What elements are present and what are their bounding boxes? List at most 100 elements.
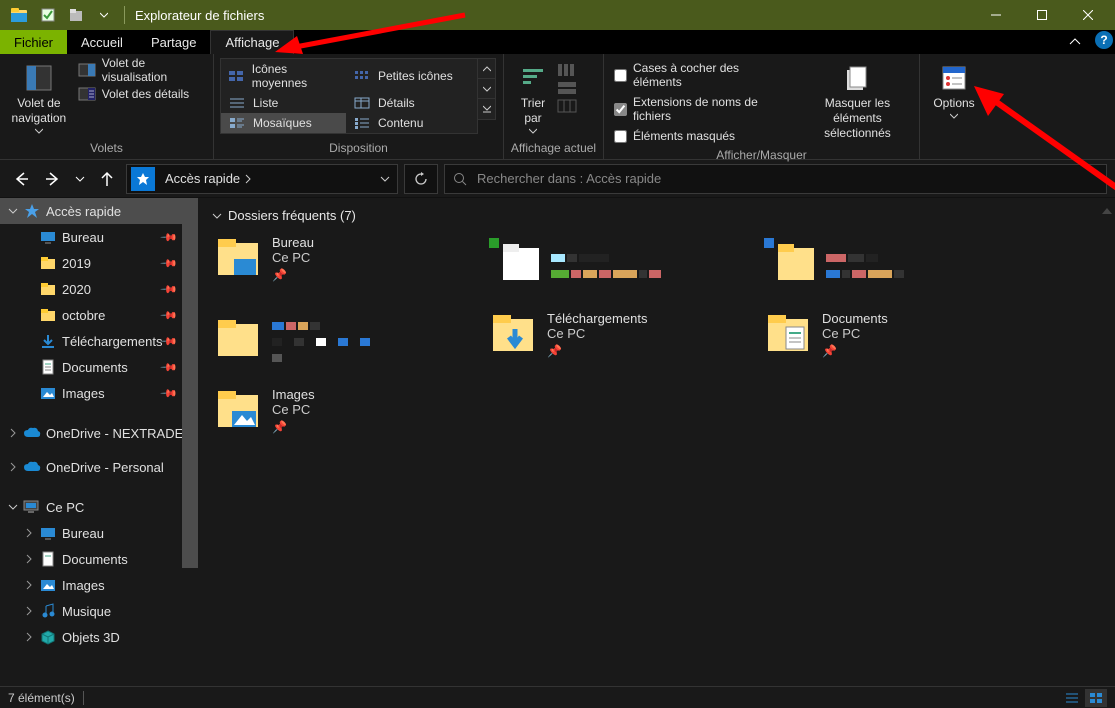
search-box[interactable]: Rechercher dans : Accès rapide xyxy=(444,164,1107,194)
tree-pc-desktop[interactable]: Bureau xyxy=(0,520,198,546)
tree-onedrive-business[interactable]: OneDrive - NEXTRADE xyxy=(0,420,198,446)
group-by-icon[interactable] xyxy=(556,80,578,96)
layout-scroll-up[interactable] xyxy=(478,59,495,79)
chevron-right-icon[interactable] xyxy=(4,462,22,472)
layout-group-label: Disposition xyxy=(220,139,497,159)
history-dropdown[interactable] xyxy=(72,166,88,192)
chevron-down-icon[interactable] xyxy=(4,206,22,216)
chevron-right-icon[interactable] xyxy=(20,632,38,642)
pin-icon: 📌 xyxy=(822,344,888,358)
breadcrumb[interactable]: Accès rapide xyxy=(159,171,258,186)
images-icon xyxy=(38,576,58,594)
layout-list[interactable]: Liste xyxy=(221,93,346,113)
layout-medium-icons[interactable]: Icônes moyennes xyxy=(221,59,346,93)
sort-by-button[interactable]: Trier par xyxy=(510,58,556,134)
hide-selected-button[interactable]: Masquer les éléments sélectionnés xyxy=(802,58,913,141)
pin-icon: 📌 xyxy=(160,228,179,247)
group-header[interactable]: Dossiers fréquents (7) xyxy=(212,208,1109,223)
navigation-tree: Accès rapide Bureau📌 2019📌 2020📌 octobre… xyxy=(0,198,198,686)
tree-onedrive-personal[interactable]: OneDrive - Personal xyxy=(0,454,198,480)
layout-scroll-down[interactable] xyxy=(478,79,495,99)
chevron-right-icon[interactable] xyxy=(20,554,38,564)
address-dropdown[interactable] xyxy=(373,174,397,184)
search-placeholder: Rechercher dans : Accès rapide xyxy=(477,171,661,186)
chevron-right-icon[interactable] xyxy=(4,428,22,438)
tile-censored[interactable] xyxy=(762,231,1017,301)
tree-downloads[interactable]: Téléchargements📌 xyxy=(0,328,198,354)
checkbox-item-checkboxes[interactable]: Cases à cocher des éléments xyxy=(610,58,792,92)
documents-folder-icon xyxy=(764,309,812,365)
layout-tiles[interactable]: Mosaïques xyxy=(221,113,346,133)
tile-censored[interactable] xyxy=(212,307,467,377)
add-column-icon[interactable] xyxy=(556,62,578,78)
chevron-right-icon[interactable] xyxy=(20,606,38,616)
view-details-button[interactable] xyxy=(1061,689,1083,707)
search-icon xyxy=(453,172,467,186)
tiles-icon xyxy=(227,116,247,130)
forward-button[interactable] xyxy=(40,166,66,192)
tree-2019[interactable]: 2019📌 xyxy=(0,250,198,276)
tree-desktop[interactable]: Bureau📌 xyxy=(0,224,198,250)
size-columns-icon[interactable] xyxy=(556,98,578,114)
tile-images[interactable]: ImagesCe PC📌 xyxy=(212,383,467,453)
titlebar: Explorateur de fichiers xyxy=(0,0,1115,30)
chevron-down-icon[interactable] xyxy=(4,502,22,512)
navigation-pane-button[interactable]: Volet de navigation xyxy=(6,58,72,134)
chevron-right-icon[interactable] xyxy=(20,528,38,538)
desktop-icon xyxy=(38,228,58,246)
qat-new-folder-icon[interactable] xyxy=(62,8,90,22)
navigation-pane-icon xyxy=(23,62,55,94)
tile-documents[interactable]: DocumentsCe PC📌 xyxy=(762,307,1017,377)
tree-quick-access[interactable]: Accès rapide xyxy=(0,198,198,224)
maximize-button[interactable] xyxy=(1019,0,1065,30)
3d-icon xyxy=(38,628,58,646)
qat-dropdown-icon[interactable] xyxy=(90,11,118,19)
sort-icon xyxy=(517,62,549,94)
tree-octobre[interactable]: octobre📌 xyxy=(0,302,198,328)
qat-properties-icon[interactable] xyxy=(34,8,62,22)
desktop-icon xyxy=(38,524,58,542)
pin-icon: 📌 xyxy=(160,254,179,273)
close-button[interactable] xyxy=(1065,0,1111,30)
tree-pc-documents[interactable]: Documents xyxy=(0,546,198,572)
star-icon xyxy=(22,202,42,220)
preview-pane-button[interactable]: Volet de visualisation xyxy=(72,58,207,82)
content-icon xyxy=(352,116,372,130)
tab-home[interactable]: Accueil xyxy=(67,30,137,54)
tree-documents[interactable]: Documents📌 xyxy=(0,354,198,380)
up-button[interactable] xyxy=(94,166,120,192)
tree-pc-music[interactable]: Musique xyxy=(0,598,198,624)
content-scrollbar[interactable] xyxy=(1099,198,1115,686)
view-thumbnails-button[interactable] xyxy=(1085,689,1107,707)
details-pane-button[interactable]: Volet des détails xyxy=(72,82,207,106)
help-button[interactable]: ? xyxy=(1095,31,1113,49)
tab-file[interactable]: Fichier xyxy=(0,30,67,54)
tree-pc-3d-objects[interactable]: Objets 3D xyxy=(0,624,198,650)
checkbox-name-extensions[interactable]: Extensions de noms de fichiers xyxy=(610,92,792,126)
layout-expand[interactable] xyxy=(478,99,495,119)
tile-bureau[interactable]: BureauCe PC📌 xyxy=(212,231,467,301)
minimize-button[interactable] xyxy=(973,0,1019,30)
options-button[interactable]: Options xyxy=(926,58,982,119)
tree-images[interactable]: Images📌 xyxy=(0,380,198,406)
tree-2020[interactable]: 2020📌 xyxy=(0,276,198,302)
tile-downloads[interactable]: TéléchargementsCe PC📌 xyxy=(487,307,742,377)
layout-content[interactable]: Contenu xyxy=(346,113,471,133)
tree-scrollbar[interactable] xyxy=(182,198,198,686)
chevron-right-icon[interactable] xyxy=(20,580,38,590)
tile-censored[interactable] xyxy=(487,231,742,301)
options-icon xyxy=(938,62,970,94)
tree-this-pc[interactable]: Ce PC xyxy=(0,494,198,520)
checkbox-hidden-items[interactable]: Éléments masqués xyxy=(610,126,792,146)
back-button[interactable] xyxy=(8,166,34,192)
ribbon-collapse-button[interactable] xyxy=(1063,30,1087,54)
tree-pc-images[interactable]: Images xyxy=(0,572,198,598)
tab-share[interactable]: Partage xyxy=(137,30,211,54)
tab-view[interactable]: Affichage xyxy=(210,30,294,54)
layout-details[interactable]: Détails xyxy=(346,93,471,113)
address-bar[interactable]: Accès rapide xyxy=(126,164,398,194)
refresh-button[interactable] xyxy=(404,164,438,194)
layout-small-icons[interactable]: Petites icônes xyxy=(346,59,471,93)
sort-by-label: Trier par xyxy=(521,96,545,126)
music-icon xyxy=(38,602,58,620)
